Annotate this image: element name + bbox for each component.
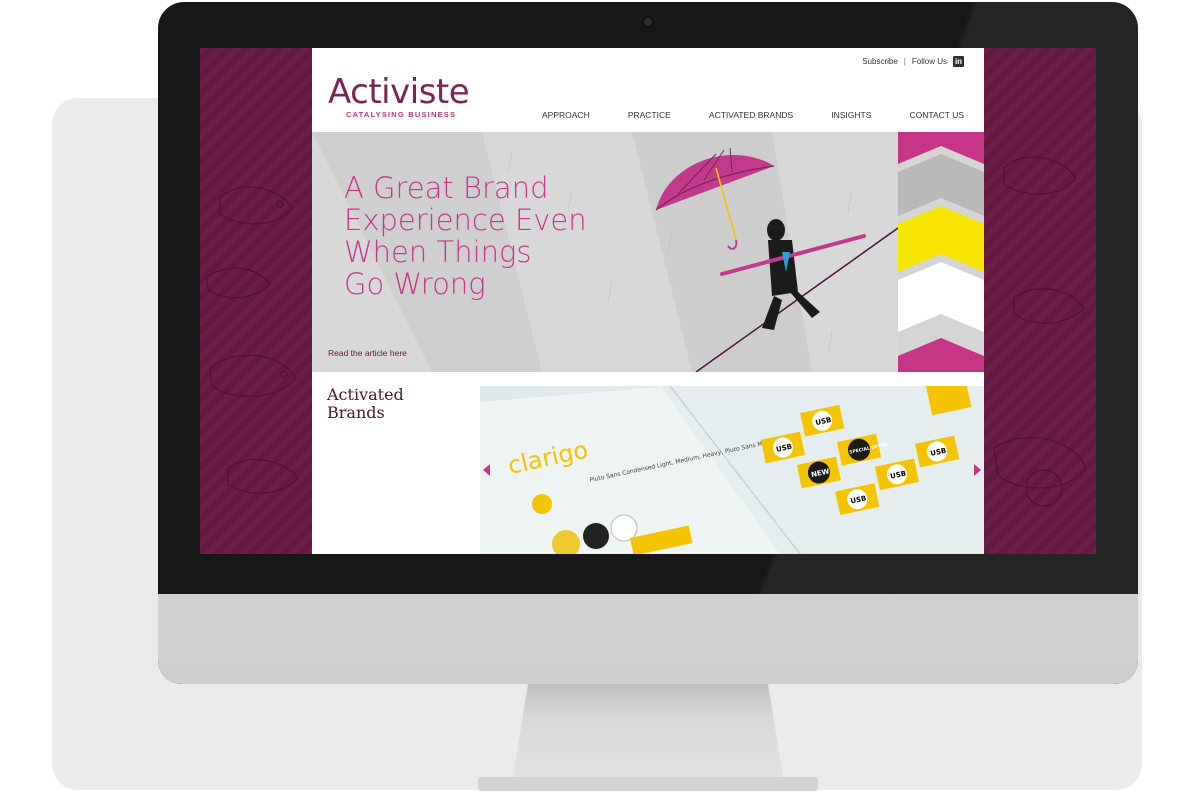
main-nav: APPROACH PRACTICE ACTIVATED BRANDS INSIG… [542, 110, 964, 120]
side-pattern-right [984, 48, 1096, 554]
page: Subscribe | Follow Us in Activiste CATAL… [312, 48, 984, 554]
monitor-stand-foot [478, 777, 818, 791]
nav-item-insights[interactable]: INSIGHTS [831, 110, 871, 120]
linkedin-icon[interactable]: in [953, 56, 964, 67]
topbar: Subscribe | Follow Us in [862, 56, 964, 67]
hero-title-line: When Things [344, 235, 532, 269]
doodle-fish-left [205, 186, 299, 494]
side-pattern-left [200, 48, 312, 554]
chevron-pattern [898, 132, 984, 372]
read-article-link[interactable]: Read the article here [328, 348, 407, 358]
hero-banner: A Great Brand Experience Even When Thing… [312, 132, 984, 372]
chevron-stripe [898, 132, 984, 372]
monitor-chin [158, 594, 1138, 684]
nav-item-activated-brands[interactable]: ACTIVATED BRANDS [709, 110, 793, 120]
section-heading-activated-brands: Activated Brands [327, 386, 404, 422]
chevron-left-icon[interactable] [483, 464, 490, 476]
logo[interactable]: Activiste [328, 72, 470, 112]
hero-title-line: A Great Brand [344, 171, 549, 205]
heading-line: Brands [327, 403, 385, 422]
logo-tagline: CATALYSING BUSINESS [346, 110, 457, 119]
heading-line: Activated [327, 385, 404, 404]
chevron-right-icon[interactable] [974, 464, 981, 476]
follow-us-link[interactable]: Follow Us [912, 57, 947, 66]
subscribe-link[interactable]: Subscribe [862, 57, 898, 66]
nav-item-contact-us[interactable]: CONTACT US [910, 110, 964, 120]
nav-item-practice[interactable]: PRACTICE [628, 110, 671, 120]
doodle-fish-right [993, 156, 1087, 507]
nav-item-approach[interactable]: APPROACH [542, 110, 590, 120]
brands-carousel[interactable]: clarigo Pluto Sans Condensed Light, Medi… [480, 386, 984, 554]
monitor-stand [512, 682, 784, 784]
hero-title: A Great Brand Experience Even When Thing… [344, 172, 594, 300]
camera-icon [642, 16, 654, 28]
hero-title-line: Go Wrong [344, 267, 486, 301]
topbar-separator: | [903, 57, 906, 66]
hero-title-line: Experience Even [344, 203, 587, 237]
carousel-image: clarigo Pluto Sans Condensed Light, Medi… [480, 386, 984, 554]
website-screen: Subscribe | Follow Us in Activiste CATAL… [200, 48, 1096, 554]
